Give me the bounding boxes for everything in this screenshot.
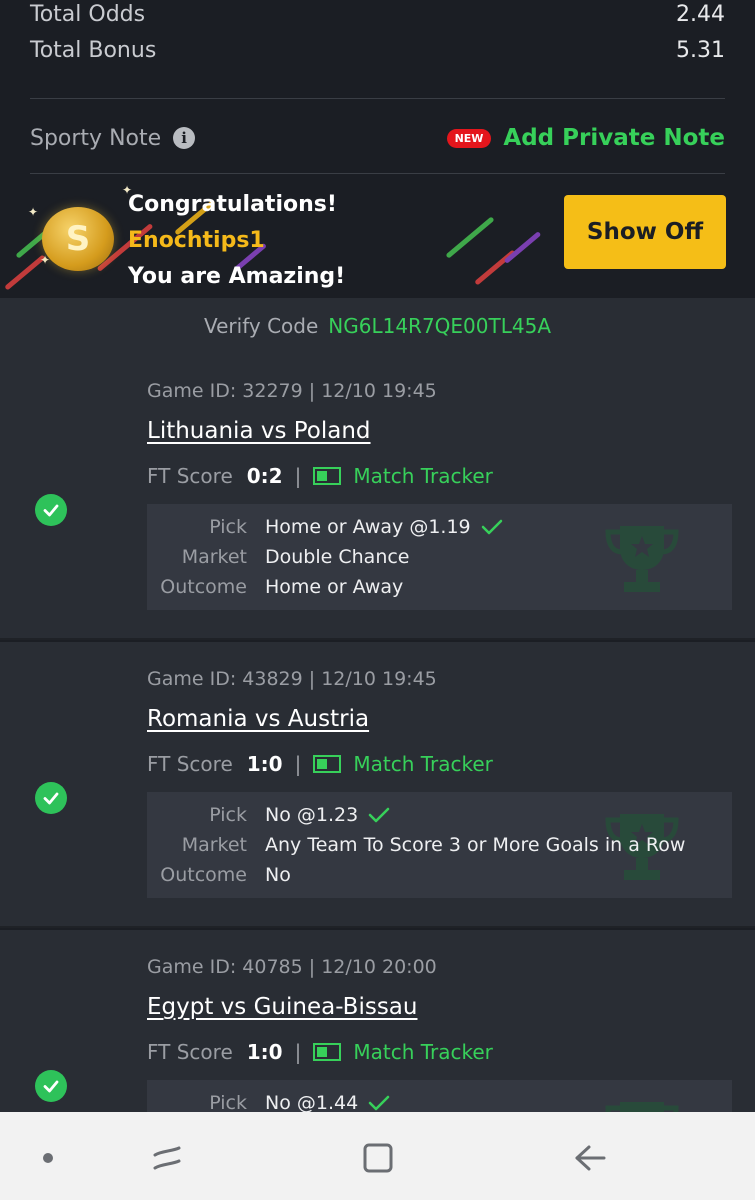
outcome-value: Home or Away <box>265 576 404 598</box>
total-bonus-label: Total Bonus <box>30 38 157 63</box>
check-circle-icon <box>35 782 67 814</box>
bet-selection-card: Game ID: 40785 | 12/10 20:00 Egypt vs Gu… <box>0 930 755 1112</box>
game-meta: Game ID: 43829 | 12/10 19:45 <box>147 668 437 690</box>
pick-row: Pick No @1.44 <box>147 1088 390 1112</box>
tick-icon <box>368 1095 390 1111</box>
trophy-icon <box>605 1102 679 1112</box>
pick-value: No @1.44 <box>265 1092 359 1112</box>
recent-apps-icon[interactable] <box>150 1140 186 1176</box>
match-tracker-icon[interactable] <box>313 467 342 485</box>
tick-icon <box>368 807 390 823</box>
ft-score-value: 0:2 <box>246 464 283 488</box>
confetti-streak <box>503 231 542 264</box>
sparkle-icon: ✦ <box>28 205 39 219</box>
outcome-label: Outcome <box>160 576 247 598</box>
coin-icon: S <box>42 207 114 271</box>
tick-icon <box>481 519 502 535</box>
verify-code-bar: Verify Code NG6L14R7QE00TL45A <box>0 298 755 354</box>
score-row: FT Score 1:0 | Match Tracker <box>147 752 493 776</box>
total-odds-row: Total Odds 2.44 <box>30 2 725 27</box>
separator: | <box>294 1040 302 1064</box>
ft-score-label: FT Score <box>147 1040 233 1064</box>
ft-score-value: 1:0 <box>246 752 283 776</box>
score-row: FT Score 0:2 | Match Tracker <box>147 464 493 488</box>
total-bonus-row: Total Bonus 5.31 <box>30 38 725 63</box>
match-title-link[interactable]: Lithuania vs Poland <box>147 418 371 444</box>
pick-value: No @1.23 <box>265 804 359 826</box>
ft-score-label: FT Score <box>147 752 233 776</box>
bet-selection-card: Game ID: 32279 | 12/10 19:45 Lithuania v… <box>0 354 755 640</box>
market-label: Market <box>181 834 247 856</box>
pick-label: Pick <box>209 1092 247 1112</box>
home-square-icon[interactable] <box>360 1140 396 1176</box>
verify-code-value[interactable]: NG6L14R7QE00TL45A <box>328 314 551 338</box>
pick-row: Pick Home or Away @1.19 <box>147 512 503 542</box>
pick-details: Pick No @1.23 Market Any Team To Score 3… <box>147 792 732 898</box>
market-value: Double Chance <box>265 546 410 568</box>
check-circle-icon <box>35 1070 67 1102</box>
congrats-line: You are Amazing! <box>128 264 346 289</box>
pick-details: Pick Home or Away @1.19 Market Double Ch… <box>147 504 732 610</box>
show-off-button[interactable]: Show Off <box>564 195 726 269</box>
separator: | <box>294 464 302 488</box>
verify-code-label: Verify Code <box>203 314 319 338</box>
trophy-icon <box>605 526 679 592</box>
confetti-streak <box>445 216 495 259</box>
congrats-line: Congratulations! <box>128 192 337 217</box>
congrats-text: Congratulations! Enochtips1 You are Amaz… <box>128 187 345 295</box>
outcome-label: Outcome <box>160 864 247 886</box>
score-row: FT Score 1:0 | Match Tracker <box>147 1040 493 1064</box>
bet-summary: Total Odds 2.44 Total Bonus 5.31 Sporty … <box>0 0 755 298</box>
add-private-note-label: Add Private Note <box>503 125 725 151</box>
market-value: Any Team To Score 3 or More Goals in a R… <box>265 834 686 856</box>
match-tracker-icon[interactable] <box>313 755 342 773</box>
summary-divider <box>30 98 725 99</box>
pick-value: Home or Away @1.19 <box>265 516 471 538</box>
outcome-value: No <box>265 864 291 886</box>
new-badge: NEW <box>446 128 492 148</box>
total-odds-value: 2.44 <box>676 2 725 27</box>
market-row: Market Any Team To Score 3 or More Goals… <box>147 830 686 860</box>
outcome-row: Outcome Home or Away <box>147 572 403 602</box>
separator: | <box>294 752 302 776</box>
pick-label: Pick <box>209 804 247 826</box>
total-bonus-value: 5.31 <box>676 38 725 63</box>
check-circle-icon <box>35 494 67 526</box>
pick-details: Pick No @1.44 <box>147 1080 732 1112</box>
ft-score-value: 1:0 <box>246 1040 283 1064</box>
match-tracker-link[interactable]: Match Tracker <box>353 752 493 776</box>
congrats-username: Enochtips1 <box>128 228 265 253</box>
sporty-note-label: Sporty Note <box>30 125 162 151</box>
game-meta: Game ID: 32279 | 12/10 19:45 <box>147 380 437 402</box>
match-tracker-icon[interactable] <box>313 1043 342 1061</box>
bet-selection-card: Game ID: 43829 | 12/10 19:45 Romania vs … <box>0 642 755 928</box>
total-odds-label: Total Odds <box>30 2 146 27</box>
sporty-note-row: Sporty Note i NEW Add Private Note <box>30 118 725 158</box>
match-tracker-link[interactable]: Match Tracker <box>353 464 493 488</box>
ft-score-label: FT Score <box>147 464 233 488</box>
match-tracker-link[interactable]: Match Tracker <box>353 1040 493 1064</box>
add-private-note-link[interactable]: NEW Add Private Note <box>446 125 725 151</box>
match-title-link[interactable]: Romania vs Austria <box>147 706 369 732</box>
market-label: Market <box>181 546 247 568</box>
game-meta: Game ID: 40785 | 12/10 20:00 <box>147 956 437 978</box>
pick-row: Pick No @1.23 <box>147 800 390 830</box>
pick-label: Pick <box>209 516 247 538</box>
note-divider <box>30 173 725 174</box>
market-row: Market Double Chance <box>147 542 410 572</box>
match-title-link[interactable]: Egypt vs Guinea-Bissau <box>147 994 417 1020</box>
system-navigation-bar <box>0 1112 755 1200</box>
congrats-banner: ✦ ✦ ✦ S Congratulations! Enochtips1 You … <box>0 175 755 298</box>
info-icon[interactable]: i <box>173 127 196 149</box>
outcome-row: Outcome No <box>147 860 291 890</box>
back-arrow-icon[interactable] <box>572 1140 608 1176</box>
home-dot-icon[interactable] <box>30 1140 66 1176</box>
